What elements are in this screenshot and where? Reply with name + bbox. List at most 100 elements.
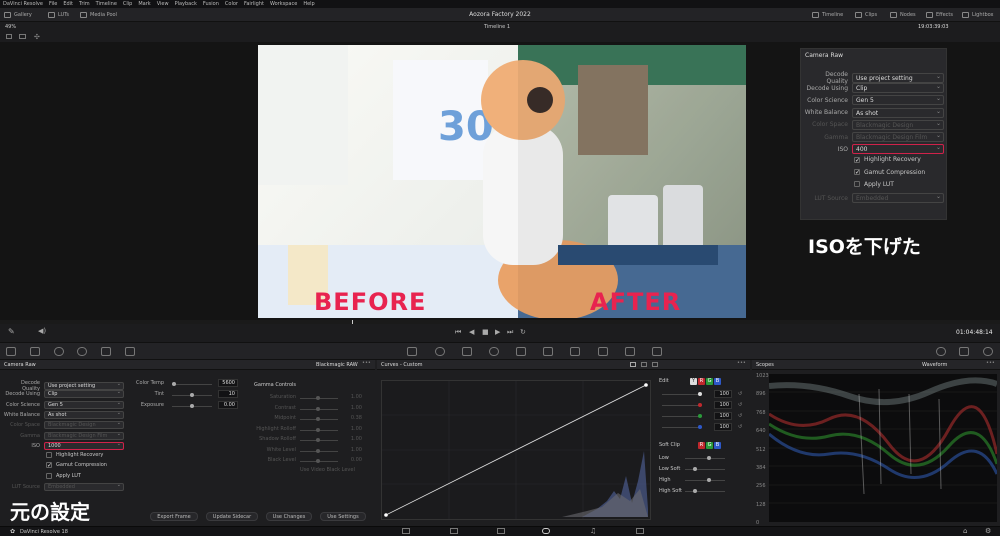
r-channel-chip[interactable]: R <box>698 378 705 385</box>
info-icon[interactable] <box>959 347 969 356</box>
scope-mode-selector[interactable]: Waveform <box>922 362 947 368</box>
curve-intensity-value[interactable]: 100 <box>714 390 732 398</box>
gamma-value[interactable]: 1.00 <box>346 426 362 432</box>
sizing-icon[interactable] <box>625 347 635 356</box>
gamma-knob[interactable] <box>316 417 320 421</box>
gamma-value[interactable]: 0.38 <box>346 415 362 421</box>
lightbox-button[interactable]: Lightbox <box>962 10 994 20</box>
lut-source-dropdown[interactable]: Embedded <box>44 482 124 491</box>
curve-intensity-value[interactable]: 100 <box>714 423 732 431</box>
use-changes-button[interactable]: Use Changes <box>266 512 312 521</box>
raw-dropdown[interactable]: Gen 5 <box>852 94 944 106</box>
color-temp-knob[interactable] <box>172 382 176 386</box>
eye-icon[interactable] <box>936 347 946 356</box>
loop-icon[interactable]: ↻ <box>520 328 526 336</box>
gamma-value[interactable]: 1.00 <box>346 436 362 442</box>
raw-dropdown[interactable]: Use project setting <box>852 72 944 83</box>
gamma-knob[interactable] <box>316 459 320 463</box>
edit-page-icon[interactable] <box>497 528 505 534</box>
color-wheels-icon[interactable] <box>54 347 64 356</box>
soft-clip-knob[interactable] <box>707 455 711 460</box>
update-sidecar-button[interactable]: Update Sidecar <box>206 512 258 521</box>
reverse-play-icon[interactable]: ◀ <box>469 328 474 336</box>
raw-checkbox-row[interactable]: Highlight Recovery <box>46 452 103 459</box>
gallery-button[interactable]: Gallery <box>4 10 32 20</box>
raw-dropdown[interactable]: Clip <box>44 389 124 399</box>
soft-clip-knob[interactable] <box>693 488 697 493</box>
menu-item[interactable]: Timeline <box>96 1 117 7</box>
raw-checkbox-row[interactable]: ✓ Gamut Compression <box>46 462 107 469</box>
raw-dropdown[interactable]: Blackmagic Design Film <box>852 131 944 142</box>
timeline-selector[interactable]: Timeline 1 <box>484 24 510 30</box>
fairlight-page-icon[interactable]: ♫ <box>590 527 596 535</box>
gamma-value[interactable]: 1.00 <box>346 394 362 400</box>
more-icon[interactable]: ••• <box>362 360 371 366</box>
hdr-icon[interactable] <box>77 347 87 356</box>
curve-intensity-value[interactable]: 100 <box>714 412 732 420</box>
menu-item[interactable]: Fusion <box>203 1 219 7</box>
tint-knob[interactable] <box>190 393 194 397</box>
tracker-icon[interactable] <box>516 347 526 356</box>
reset-icon[interactable]: ↺ <box>738 402 742 408</box>
menu-item[interactable]: View <box>157 1 169 7</box>
settings-gear-icon[interactable]: ⚙ <box>985 527 991 535</box>
channel-dot[interactable] <box>698 402 702 407</box>
skip-end-icon[interactable]: ⏭ <box>507 328 513 337</box>
qualifier-icon[interactable] <box>462 347 472 356</box>
gamma-knob[interactable] <box>316 448 320 453</box>
exposure-knob[interactable] <box>190 404 194 408</box>
luts-button[interactable]: LUTs <box>48 10 69 20</box>
checkbox[interactable]: ✓ <box>46 462 52 469</box>
menu-item[interactable]: Color <box>225 1 238 7</box>
split-icon[interactable] <box>19 34 26 39</box>
magic-mask-icon[interactable] <box>543 347 553 356</box>
timeline-button[interactable]: Timeline <box>812 10 843 20</box>
checkbox[interactable]: ✓ <box>854 169 860 176</box>
use-settings-button[interactable]: Use Settings <box>320 512 366 521</box>
color-temp-value[interactable]: 5600 <box>218 379 238 387</box>
raw-dropdown[interactable]: Blackmagic Design <box>852 119 944 130</box>
menu-item[interactable]: Edit <box>63 1 73 7</box>
skip-start-icon[interactable]: ⏮ <box>455 328 461 337</box>
3d-icon[interactable] <box>652 347 662 356</box>
raw-checkbox-row[interactable]: Apply LUT <box>854 181 894 188</box>
menu-item[interactable]: Workspace <box>270 1 297 7</box>
checkbox[interactable] <box>46 472 52 479</box>
gamma-knob[interactable] <box>316 438 320 442</box>
raw-dropdown[interactable]: As shot <box>852 107 944 118</box>
raw-dropdown[interactable]: Blackmagic Design <box>44 420 124 430</box>
curve-editor[interactable] <box>381 380 651 520</box>
export-frame-button[interactable]: Export Frame <box>150 512 198 521</box>
menu-item[interactable]: Mark <box>138 1 150 7</box>
gamma-knob[interactable] <box>316 427 320 432</box>
checkbox[interactable] <box>854 181 860 188</box>
home-icon[interactable]: ⌂ <box>963 527 967 535</box>
raw-checkbox-row[interactable]: Apply LUT <box>46 472 81 479</box>
deliver-page-icon[interactable] <box>636 528 644 534</box>
soft-clip-knob[interactable] <box>693 466 697 471</box>
media-page-icon[interactable] <box>402 528 410 534</box>
fusion-page-icon[interactable] <box>542 528 550 534</box>
video-black-level[interactable]: Use Video Black Level <box>300 467 355 473</box>
lut-source-dropdown[interactable]: Embedded <box>852 192 944 203</box>
color-warper-icon[interactable] <box>435 347 445 356</box>
curves-tool-icon[interactable] <box>407 347 417 356</box>
checkbox[interactable]: ✓ <box>854 156 860 163</box>
channel-dot[interactable] <box>698 413 702 418</box>
y-channel-chip[interactable]: Y <box>690 378 697 385</box>
channel-dot[interactable] <box>698 391 702 396</box>
blur-icon[interactable] <box>570 347 580 356</box>
b-channel-chip[interactable]: B <box>714 378 721 385</box>
curve-mode-icon[interactable] <box>641 362 647 367</box>
raw-dropdown[interactable]: 1000 <box>44 441 124 450</box>
gamma-knob[interactable] <box>316 406 320 411</box>
camera-raw-tool-icon[interactable] <box>6 347 16 356</box>
gamma-knob[interactable] <box>316 396 320 400</box>
g-channel-chip[interactable]: G <box>706 378 713 385</box>
raw-checkbox-row[interactable]: ✓ Highlight Recovery <box>854 156 921 163</box>
exposure-value[interactable]: 0.00 <box>218 401 238 409</box>
raw-dropdown[interactable]: Use project setting <box>44 381 124 390</box>
more-icon[interactable]: ••• <box>986 360 995 366</box>
r-channel-chip[interactable]: R <box>698 442 705 449</box>
play-icon[interactable]: ▶ <box>495 328 500 336</box>
